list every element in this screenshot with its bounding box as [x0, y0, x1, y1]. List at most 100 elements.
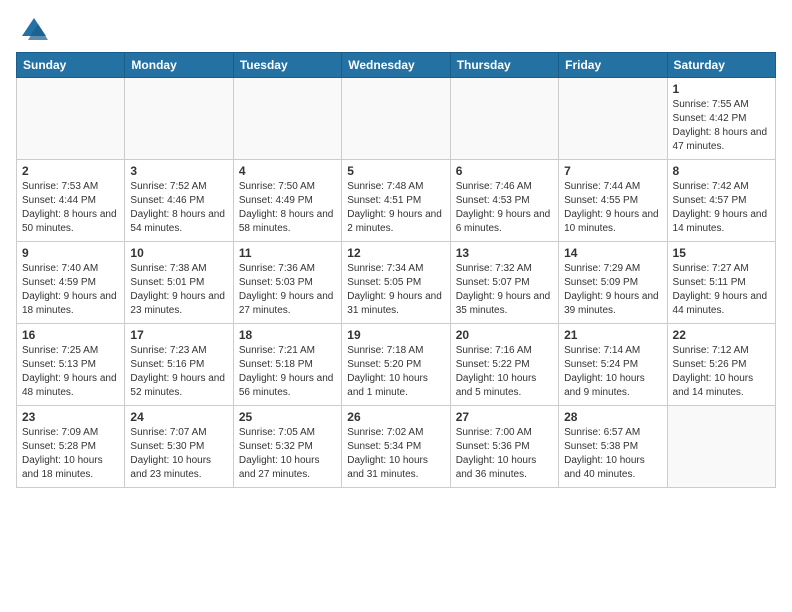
- day-info: Sunrise: 7:02 AM Sunset: 5:34 PM Dayligh…: [347, 426, 444, 482]
- calendar-cell: 8 Sunrise: 7:42 AM Sunset: 4:57 PM Daylig…: [667, 160, 775, 242]
- calendar-cell: 1Sunrise: 7:55 AM Sunset: 4:42 PM Daylig…: [667, 78, 775, 160]
- day-number: 6: [456, 164, 553, 178]
- calendar-cell: 11 Sunrise: 7:36 AM Sunset: 5:03 PM Dayli…: [233, 242, 341, 324]
- day-number: 19: [347, 328, 444, 342]
- day-info: Sunrise: 7:44 AM Sunset: 4:55 PM Dayligh…: [564, 180, 661, 236]
- calendar-cell: 17 Sunrise: 7:23 AM Sunset: 5:16 PM Dayli…: [125, 324, 233, 406]
- calendar-cell: 7 Sunrise: 7:44 AM Sunset: 4:55 PM Daylig…: [559, 160, 667, 242]
- day-info: Sunrise: 7:34 AM Sunset: 5:05 PM Dayligh…: [347, 262, 444, 318]
- day-number: 22: [673, 328, 770, 342]
- week-row-1: 1Sunrise: 7:55 AM Sunset: 4:42 PM Daylig…: [17, 78, 776, 160]
- day-info: Sunrise: 7:18 AM Sunset: 5:20 PM Dayligh…: [347, 344, 444, 400]
- calendar-cell: 15 Sunrise: 7:27 AM Sunset: 5:11 PM Dayli…: [667, 242, 775, 324]
- calendar-cell: 21 Sunrise: 7:14 AM Sunset: 5:24 PM Dayli…: [559, 324, 667, 406]
- day-number: 3: [130, 164, 227, 178]
- calendar-cell: 9 Sunrise: 7:40 AM Sunset: 4:59 PM Daylig…: [17, 242, 125, 324]
- day-number: 26: [347, 410, 444, 424]
- calendar-cell: 18 Sunrise: 7:21 AM Sunset: 5:18 PM Dayli…: [233, 324, 341, 406]
- col-header-thursday: Thursday: [450, 53, 558, 78]
- day-info: Sunrise: 7:25 AM Sunset: 5:13 PM Dayligh…: [22, 344, 119, 400]
- day-number: 14: [564, 246, 661, 260]
- day-number: 8: [673, 164, 770, 178]
- day-info: Sunrise: 7:07 AM Sunset: 5:30 PM Dayligh…: [130, 426, 227, 482]
- calendar-cell: 28 Sunrise: 6:57 AM Sunset: 5:38 PM Dayli…: [559, 406, 667, 488]
- day-number: 10: [130, 246, 227, 260]
- calendar-cell: 4 Sunrise: 7:50 AM Sunset: 4:49 PM Daylig…: [233, 160, 341, 242]
- day-number: 24: [130, 410, 227, 424]
- calendar-cell: [17, 78, 125, 160]
- day-info: Sunrise: 7:14 AM Sunset: 5:24 PM Dayligh…: [564, 344, 661, 400]
- day-number: 7: [564, 164, 661, 178]
- calendar-cell: 5Sunrise: 7:48 AM Sunset: 4:51 PM Daylig…: [342, 160, 450, 242]
- day-number: 21: [564, 328, 661, 342]
- calendar-cell: 23 Sunrise: 7:09 AM Sunset: 5:28 PM Dayli…: [17, 406, 125, 488]
- week-row-2: 2 Sunrise: 7:53 AM Sunset: 4:44 PM Daylig…: [17, 160, 776, 242]
- calendar-cell: [342, 78, 450, 160]
- day-number: 1: [673, 82, 770, 96]
- calendar-cell: 25 Sunrise: 7:05 AM Sunset: 5:32 PM Dayli…: [233, 406, 341, 488]
- calendar-cell: 12 Sunrise: 7:34 AM Sunset: 5:05 PM Dayli…: [342, 242, 450, 324]
- day-number: 4: [239, 164, 336, 178]
- day-number: 2: [22, 164, 119, 178]
- calendar-table: SundayMondayTuesdayWednesdayThursdayFrid…: [16, 52, 776, 488]
- day-info: Sunrise: 7:23 AM Sunset: 5:16 PM Dayligh…: [130, 344, 227, 400]
- day-number: 28: [564, 410, 661, 424]
- day-info: Sunrise: 7:53 AM Sunset: 4:44 PM Dayligh…: [22, 180, 119, 236]
- calendar-cell: [125, 78, 233, 160]
- col-header-sunday: Sunday: [17, 53, 125, 78]
- day-number: 15: [673, 246, 770, 260]
- day-info: Sunrise: 7:29 AM Sunset: 5:09 PM Dayligh…: [564, 262, 661, 318]
- week-row-5: 23 Sunrise: 7:09 AM Sunset: 5:28 PM Dayli…: [17, 406, 776, 488]
- calendar-cell: [450, 78, 558, 160]
- day-number: 17: [130, 328, 227, 342]
- col-header-wednesday: Wednesday: [342, 53, 450, 78]
- day-info: Sunrise: 7:36 AM Sunset: 5:03 PM Dayligh…: [239, 262, 336, 318]
- day-number: 11: [239, 246, 336, 260]
- col-header-monday: Monday: [125, 53, 233, 78]
- day-number: 23: [22, 410, 119, 424]
- day-number: 13: [456, 246, 553, 260]
- calendar-cell: 20Sunrise: 7:16 AM Sunset: 5:22 PM Dayli…: [450, 324, 558, 406]
- day-info: Sunrise: 7:52 AM Sunset: 4:46 PM Dayligh…: [130, 180, 227, 236]
- calendar-cell: 14 Sunrise: 7:29 AM Sunset: 5:09 PM Dayli…: [559, 242, 667, 324]
- day-number: 18: [239, 328, 336, 342]
- day-info: Sunrise: 7:21 AM Sunset: 5:18 PM Dayligh…: [239, 344, 336, 400]
- page-header: [16, 16, 776, 44]
- col-header-friday: Friday: [559, 53, 667, 78]
- day-info: Sunrise: 7:42 AM Sunset: 4:57 PM Dayligh…: [673, 180, 770, 236]
- day-number: 9: [22, 246, 119, 260]
- week-row-4: 16 Sunrise: 7:25 AM Sunset: 5:13 PM Dayli…: [17, 324, 776, 406]
- day-info: Sunrise: 7:09 AM Sunset: 5:28 PM Dayligh…: [22, 426, 119, 482]
- day-info: Sunrise: 7:27 AM Sunset: 5:11 PM Dayligh…: [673, 262, 770, 318]
- day-info: Sunrise: 6:57 AM Sunset: 5:38 PM Dayligh…: [564, 426, 661, 482]
- day-info: Sunrise: 7:16 AM Sunset: 5:22 PM Dayligh…: [456, 344, 553, 400]
- day-info: Sunrise: 7:05 AM Sunset: 5:32 PM Dayligh…: [239, 426, 336, 482]
- calendar-cell: [559, 78, 667, 160]
- logo: [16, 16, 48, 44]
- day-info: Sunrise: 7:40 AM Sunset: 4:59 PM Dayligh…: [22, 262, 119, 318]
- calendar-cell: [667, 406, 775, 488]
- day-info: Sunrise: 7:38 AM Sunset: 5:01 PM Dayligh…: [130, 262, 227, 318]
- calendar-cell: 3 Sunrise: 7:52 AM Sunset: 4:46 PM Daylig…: [125, 160, 233, 242]
- calendar-cell: [233, 78, 341, 160]
- calendar-cell: 19 Sunrise: 7:18 AM Sunset: 5:20 PM Dayli…: [342, 324, 450, 406]
- col-header-saturday: Saturday: [667, 53, 775, 78]
- week-row-3: 9 Sunrise: 7:40 AM Sunset: 4:59 PM Daylig…: [17, 242, 776, 324]
- calendar-cell: 22 Sunrise: 7:12 AM Sunset: 5:26 PM Dayli…: [667, 324, 775, 406]
- day-info: Sunrise: 7:00 AM Sunset: 5:36 PM Dayligh…: [456, 426, 553, 482]
- day-number: 27: [456, 410, 553, 424]
- day-number: 12: [347, 246, 444, 260]
- day-info: Sunrise: 7:32 AM Sunset: 5:07 PM Dayligh…: [456, 262, 553, 318]
- day-info: Sunrise: 7:46 AM Sunset: 4:53 PM Dayligh…: [456, 180, 553, 236]
- day-info: Sunrise: 7:12 AM Sunset: 5:26 PM Dayligh…: [673, 344, 770, 400]
- calendar-header-row: SundayMondayTuesdayWednesdayThursdayFrid…: [17, 53, 776, 78]
- day-number: 16: [22, 328, 119, 342]
- calendar-cell: 24 Sunrise: 7:07 AM Sunset: 5:30 PM Dayli…: [125, 406, 233, 488]
- calendar-cell: 2 Sunrise: 7:53 AM Sunset: 4:44 PM Daylig…: [17, 160, 125, 242]
- day-number: 25: [239, 410, 336, 424]
- day-info: Sunrise: 7:50 AM Sunset: 4:49 PM Dayligh…: [239, 180, 336, 236]
- calendar-cell: 10 Sunrise: 7:38 AM Sunset: 5:01 PM Dayli…: [125, 242, 233, 324]
- day-info: Sunrise: 7:48 AM Sunset: 4:51 PM Dayligh…: [347, 180, 444, 236]
- calendar-cell: 27 Sunrise: 7:00 AM Sunset: 5:36 PM Dayli…: [450, 406, 558, 488]
- calendar-cell: 6 Sunrise: 7:46 AM Sunset: 4:53 PM Daylig…: [450, 160, 558, 242]
